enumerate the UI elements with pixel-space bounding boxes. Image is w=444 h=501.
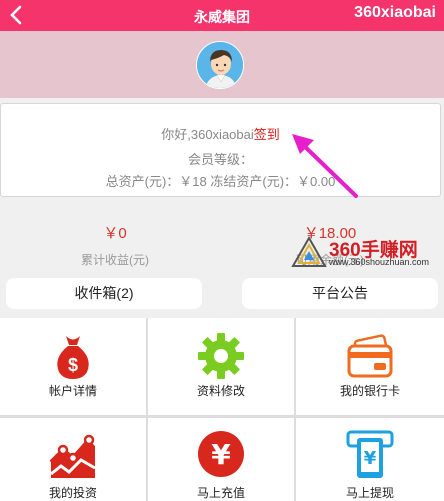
greeting-line: 你好,360xiaobai签到 — [1, 124, 440, 143]
page: 永威集团 360xiaobai 你好,360xiaobai签到 会员等级： 总资… — [0, 0, 444, 501]
menu-bank-card[interactable]: 我的银行卡 — [296, 318, 444, 415]
annotation-arrow-icon — [292, 134, 358, 198]
svg-text:¥: ¥ — [364, 448, 377, 469]
watermark-url: www.360shouzhuan.com — [329, 257, 430, 267]
menu-account-details[interactable]: $ 帐户详情 — [0, 318, 146, 415]
menu-recharge[interactable]: ¥ 马上充值 — [148, 418, 294, 501]
menu-label: 我的投资 — [48, 486, 97, 500]
inbox-button[interactable]: 收件箱(2) — [6, 278, 202, 309]
bank-card-icon — [347, 334, 393, 378]
menu-edit-profile[interactable]: 资料修改 — [148, 318, 294, 415]
earnings-value: ￥0 — [103, 225, 127, 242]
avatar-band — [0, 31, 444, 98]
greeting-username: 360xiaobai — [190, 127, 254, 142]
member-level: 会员等级： — [187, 152, 253, 167]
menu-label: 我的银行卡 — [339, 384, 400, 398]
menu-my-investments[interactable]: 我的投资 — [0, 418, 146, 501]
yuan-coin-icon: ¥ — [198, 431, 244, 477]
greeting-prefix: 你好, — [161, 127, 191, 142]
menu-label: 资料修改 — [196, 384, 245, 398]
svg-text:$: $ — [68, 355, 78, 375]
menu-label: 帐户详情 — [48, 384, 97, 398]
account-info-card: 你好,360xiaobai签到 会员等级： 总资产(元)：￥18 冻结资产(元)… — [0, 103, 441, 197]
total-earnings: ￥0 累计收益(元) — [60, 222, 170, 268]
menu-label: 马上充值 — [196, 486, 245, 500]
app-header: 永威集团 360xiaobai — [0, 0, 444, 31]
svg-text:¥: ¥ — [211, 438, 231, 471]
menu-grid: $ 帐户详情 资料修改 我的银行卡 我的投资 ¥ 马上充值 ¥ 马上提现 — [0, 318, 444, 501]
assets-summary: 总资产(元)：￥18 冻结资产(元)：￥0.00 — [105, 174, 336, 189]
avatar[interactable] — [196, 41, 244, 89]
signin-link[interactable]: 签到 — [254, 127, 280, 142]
earnings-label: 累计收益(元) — [81, 253, 149, 267]
announcement-button[interactable]: 平台公告 — [242, 278, 438, 309]
user-avatar-icon — [197, 42, 243, 88]
menu-withdraw[interactable]: ¥ 马上提现 — [296, 418, 444, 501]
withdraw-icon: ¥ — [346, 430, 394, 478]
chart-icon — [49, 434, 96, 478]
watermark-logo-icon — [291, 236, 327, 267]
menu-label: 马上提现 — [345, 486, 394, 500]
watermark: 360手赚网 www.360shouzhuan.com — [289, 235, 439, 268]
gear-icon — [198, 333, 244, 379]
header-username: 360xiaobai — [354, 4, 436, 21]
money-bag-icon: $ — [57, 336, 89, 379]
